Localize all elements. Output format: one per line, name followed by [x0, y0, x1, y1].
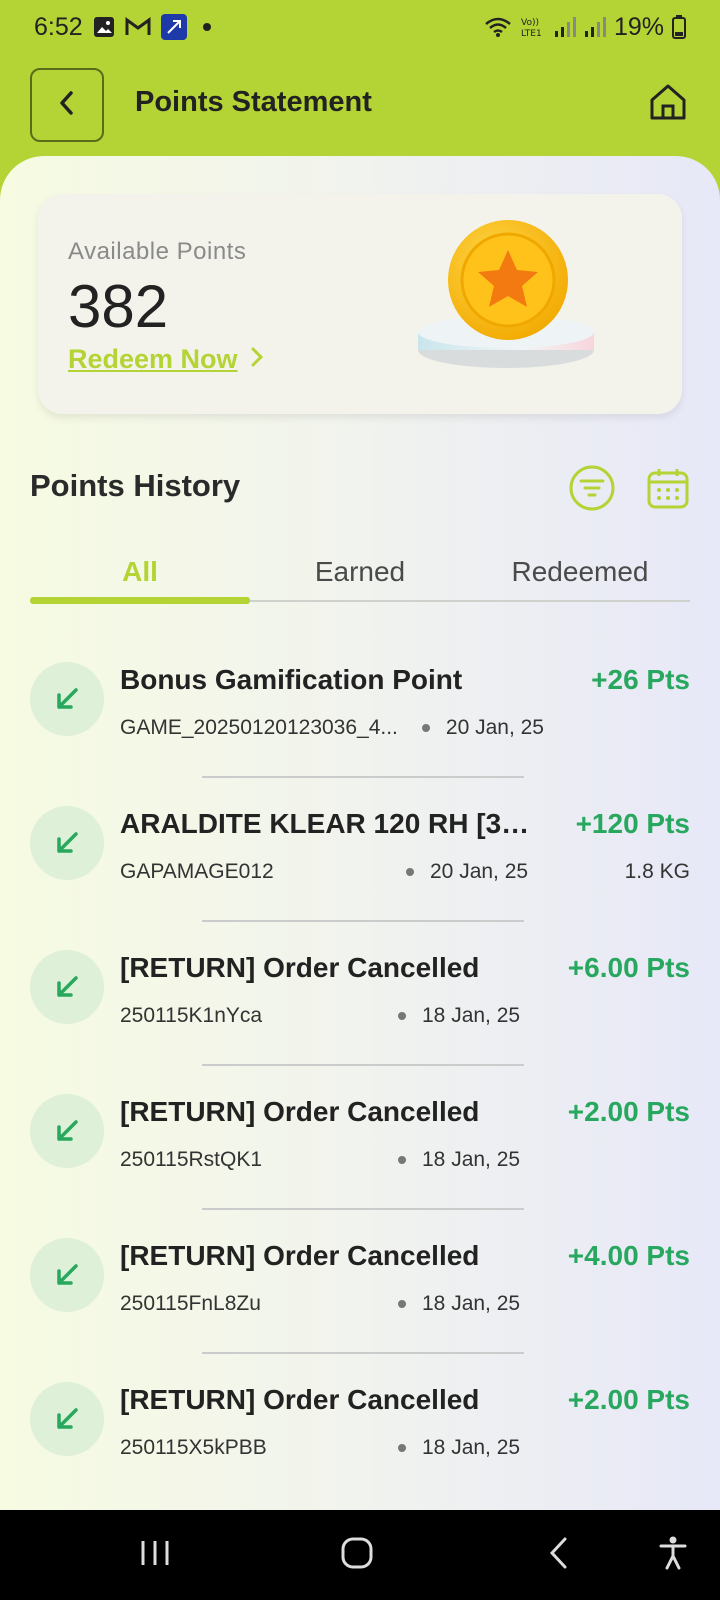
- separator-dot: [421, 724, 430, 732]
- separator-dot: [398, 1300, 406, 1308]
- history-item-meta: 250115FnL8Zu 18 Jan, 25: [120, 1292, 520, 1316]
- status-bar: 6:52 Vo)) LTE1 19%: [0, 0, 720, 54]
- history-item-code: 250115X5kPBB: [120, 1436, 267, 1459]
- history-item-title: [RETURN] Order Cancelled: [120, 1384, 480, 1415]
- history-item-meta: 250115RstQK1 18 Jan, 25: [120, 1148, 520, 1172]
- history-item-date: 20 Jan, 25: [445, 716, 544, 739]
- redeem-now-link[interactable]: Redeem Now: [68, 344, 264, 375]
- history-item-points: +2.00 Pts: [567, 1384, 690, 1415]
- coin-illustration: [416, 220, 596, 376]
- home-nav-button[interactable]: [334, 1532, 380, 1578]
- history-item-title: ARALDITE KLEAR 120 RH [3X...: [120, 808, 540, 839]
- history-item[interactable]: ARALDITE KLEAR 120 RH [3X... +120 Pts GA…: [0, 778, 720, 922]
- history-item-code: 250115RstQK1: [120, 1148, 263, 1171]
- more-notifications-dot: [202, 23, 211, 31]
- page-title: Points Statement: [135, 86, 372, 118]
- wifi-icon: [484, 16, 512, 38]
- history-item-meta: 250115K1nYca 18 Jan, 25: [120, 1004, 520, 1028]
- points-history-list: Bonus Gamification Point +26 Pts GAME_20…: [0, 634, 720, 1498]
- history-item-title: [RETURN] Order Cancelled: [120, 952, 480, 983]
- history-tabs: All Earned Redeemed: [30, 540, 690, 604]
- calendar-button[interactable]: [646, 466, 690, 510]
- battery-icon: [672, 15, 686, 39]
- history-item-meta: GAME_20250120123036_4... 20 Jan, 25: [120, 716, 544, 740]
- earned-arrow-icon: [30, 1094, 104, 1168]
- status-time: 6:52: [34, 12, 83, 41]
- main-panel: Available Points 382 Redeem Now Points H…: [0, 156, 720, 1510]
- signal-icon: [554, 16, 576, 38]
- history-item-meta: GAPAMAGE012 20 Jan, 25: [120, 860, 528, 884]
- svg-text:LTE1: LTE1: [521, 29, 542, 38]
- battery-percent: 19%: [613, 12, 664, 41]
- earned-arrow-icon: [30, 950, 104, 1024]
- history-item-points: +4.00 Pts: [567, 1240, 690, 1271]
- history-item-title: [RETURN] Order Cancelled: [120, 1240, 480, 1271]
- history-item-points: +26 Pts: [591, 664, 690, 695]
- filter-icon: [568, 465, 616, 516]
- earned-arrow-icon: [30, 1382, 104, 1456]
- app-notification-icon: [160, 14, 187, 40]
- history-item-points: +2.00 Pts: [567, 1096, 690, 1127]
- tab-redeemed[interactable]: Redeemed: [470, 540, 690, 600]
- signal-icon: [584, 16, 606, 38]
- history-item-code: 250115FnL8Zu: [120, 1292, 261, 1315]
- history-item-points: +120 Pts: [575, 808, 690, 839]
- earned-arrow-icon: [30, 806, 104, 880]
- earned-arrow-icon: [30, 1238, 104, 1312]
- points-card: Available Points 382 Redeem Now: [38, 194, 682, 414]
- history-item-quantity: 1.8 KG: [624, 860, 690, 883]
- volte-icon: Vo)) LTE1: [520, 16, 546, 38]
- calendar-icon: [646, 469, 690, 514]
- gmail-icon: [125, 17, 151, 37]
- available-points-label: Available Points: [68, 238, 247, 265]
- gallery-icon: [93, 16, 115, 38]
- back-button[interactable]: [30, 68, 104, 142]
- separator-dot: [406, 868, 414, 876]
- history-item-date: 18 Jan, 25: [422, 1148, 521, 1171]
- recent-apps-icon: [138, 1538, 172, 1573]
- available-points-value: 382: [68, 273, 169, 340]
- points-history-header: Points History: [30, 456, 690, 516]
- redeem-now-label: Redeem Now: [68, 344, 238, 374]
- accessibility-icon: [658, 1536, 688, 1575]
- history-item[interactable]: [RETURN] Order Cancelled +4.00 Pts 25011…: [0, 1210, 720, 1354]
- history-item-date: 20 Jan, 25: [430, 860, 529, 883]
- history-item-date: 18 Jan, 25: [422, 1436, 521, 1459]
- points-history-title: Points History: [30, 468, 241, 503]
- history-item-date: 18 Jan, 25: [422, 1292, 521, 1315]
- svg-text:Vo)): Vo)): [521, 18, 539, 28]
- history-item-title: [RETURN] Order Cancelled: [120, 1096, 480, 1127]
- separator-dot: [398, 1444, 406, 1452]
- home-icon: [648, 82, 688, 127]
- app-header: Points Statement: [0, 54, 720, 158]
- chevron-left-icon: [56, 90, 78, 121]
- history-item[interactable]: [RETURN] Order Cancelled +6.00 Pts 25011…: [0, 922, 720, 1066]
- chevron-right-icon: [250, 346, 264, 373]
- history-item-title: Bonus Gamification Point: [120, 664, 463, 695]
- history-item-code: 250115K1nYca: [120, 1004, 263, 1027]
- back-chevron-icon: [547, 1536, 571, 1575]
- system-navigation-bar: [0, 1510, 720, 1600]
- history-item[interactable]: [RETURN] Order Cancelled +2.00 Pts 25011…: [0, 1066, 720, 1210]
- separator-dot: [398, 1156, 406, 1164]
- home-circle-icon: [340, 1536, 374, 1575]
- separator-dot: [398, 1012, 406, 1020]
- back-nav-button[interactable]: [536, 1532, 582, 1578]
- tab-earned[interactable]: Earned: [250, 540, 470, 600]
- tab-all[interactable]: All: [30, 540, 250, 604]
- accessibility-button[interactable]: [650, 1532, 696, 1578]
- history-item[interactable]: [RETURN] Order Cancelled +2.00 Pts 25011…: [0, 1354, 720, 1498]
- recent-apps-button[interactable]: [132, 1532, 178, 1578]
- filter-button[interactable]: [568, 464, 616, 512]
- history-item-code: GAME_20250120123036_4...: [120, 716, 398, 739]
- earned-arrow-icon: [30, 662, 104, 736]
- history-item-date: 18 Jan, 25: [422, 1004, 521, 1027]
- history-item-code: GAPAMAGE012: [120, 860, 274, 883]
- home-button[interactable]: [646, 82, 690, 126]
- history-item-points: +6.00 Pts: [567, 952, 690, 983]
- history-item-meta: 250115X5kPBB 18 Jan, 25: [120, 1436, 520, 1460]
- history-item[interactable]: Bonus Gamification Point +26 Pts GAME_20…: [0, 634, 720, 778]
